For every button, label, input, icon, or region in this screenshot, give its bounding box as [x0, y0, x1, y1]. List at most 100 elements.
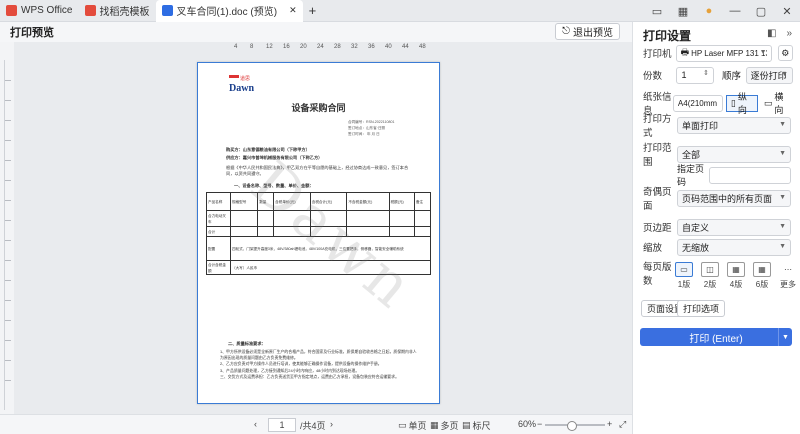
per-sheet-4[interactable]: ▦ 4版 — [726, 262, 746, 290]
ruler-toggle-button[interactable]: ▤ 标尺 — [462, 419, 491, 432]
horizontal-ruler: 4 8 12 16 20 24 28 32 36 40 44 48 — [198, 44, 440, 53]
layout-icon[interactable]: ▭ — [644, 5, 670, 18]
landscape-label: 横向 — [774, 92, 784, 115]
paper-select[interactable]: A4(210mm ... — [672, 94, 723, 112]
grid-icon[interactable]: ▦ — [670, 5, 696, 18]
document-title: 设备采购合同 — [291, 103, 346, 113]
ruler-tick: 20 — [300, 44, 307, 50]
margin-value: 自定义 — [682, 222, 710, 233]
parity-select[interactable]: 页码范围中的所有页面 ▼ — [677, 189, 791, 207]
contract-meta: 合同编号：RSN-2022110801 签订地点：山东省·日照 签订时间： 年 … — [348, 119, 394, 137]
printer-label: 打印机 — [643, 49, 672, 60]
chevron-down-icon: ▼ — [779, 222, 786, 230]
tab-document[interactable]: 叉车合同(1).doc (预览) ✕ — [155, 0, 303, 22]
table-header-cell: 产品名称 — [206, 192, 231, 211]
landscape-icon: ▭ — [763, 97, 773, 108]
ruler-tick: 48 — [419, 44, 426, 50]
page-total: /共4页 — [300, 421, 326, 431]
per-sheet-6[interactable]: ▦ 6版 — [752, 262, 772, 290]
copies-stepper[interactable]: 1 ⇕ — [676, 66, 714, 84]
dawn-logo: 道思 Dawn — [229, 75, 254, 94]
ruler-tick: 36 — [368, 44, 375, 50]
print-mode-select[interactable]: 单面打印 ▼ — [677, 116, 791, 134]
chevron-down-icon[interactable]: ▼ — [778, 328, 792, 346]
parity-value: 页码范围中的所有页面 — [682, 193, 773, 204]
multi-page-button[interactable]: ▦ 多页 — [430, 419, 459, 432]
printer-settings-icon[interactable]: ⚙ — [777, 45, 793, 61]
minimize-icon[interactable]: — — [722, 5, 748, 17]
chevron-down-icon: ▼ — [779, 120, 786, 128]
print-button-label: 打印 (Enter) — [689, 333, 743, 345]
multi-page-label: 多页 — [440, 421, 459, 431]
maximize-icon[interactable]: ▢ — [748, 5, 774, 18]
portrait-button[interactable]: ▯ 纵向 — [725, 92, 758, 115]
per-sheet-more[interactable]: ⋯ 更多 — [778, 262, 798, 290]
parity-label: 奇偶页面 — [643, 187, 672, 212]
per-sheet-label: 1版 — [677, 280, 691, 289]
print-settings-panel: 打印设置 ◧ » 打印机 🖶 HP Laser MFP 131 133 ... … — [632, 22, 800, 434]
portrait-label: 纵向 — [737, 92, 747, 115]
ruler-tick: 4 — [234, 44, 238, 50]
zoom-out-icon[interactable]: − — [537, 419, 542, 429]
tab-label: 找稻壳模板 — [99, 7, 150, 18]
paper-row: 纸张信息 A4(210mm ... ▯纵向 ▭横向 — [643, 92, 793, 117]
zoom-in-icon[interactable]: + — [607, 419, 612, 429]
prev-page-icon[interactable]: ‹ — [254, 419, 257, 429]
tab-label: 叉车合同(1).doc (预览) — [176, 7, 278, 18]
single-page-button[interactable]: ▭ 单页 — [398, 419, 427, 432]
scale-select[interactable]: 无缩放 ▼ — [677, 238, 791, 256]
order-select[interactable]: 逐份打印 ▼ — [745, 66, 793, 84]
page-numbers-input[interactable] — [709, 166, 791, 184]
print-options-button[interactable]: 打印选项 — [677, 300, 726, 317]
user-avatar-icon[interactable]: ● — [696, 5, 722, 17]
table-header-cell: 税额(元) — [388, 192, 415, 211]
body-paragraph: 1、甲方所供设备必须是全新原厂生产的合格产品，符合国家及行业标准，质保期自验收合… — [220, 349, 417, 361]
per-sheet-label: 6版 — [755, 280, 769, 289]
close-tab-icon[interactable]: ✕ — [289, 5, 297, 16]
zoom-slider[interactable] — [545, 421, 605, 431]
per-sheet-label: 每页版数 — [643, 262, 672, 287]
next-page-icon[interactable]: › — [330, 419, 333, 429]
wps-logo-icon — [6, 5, 17, 16]
fit-window-icon[interactable]: ⤢ — [619, 419, 626, 430]
tab-template[interactable]: 找稻壳模板 — [79, 0, 156, 22]
help-icon[interactable]: ◧ — [767, 28, 776, 39]
exit-preview-button[interactable]: ⎋ 退出预览 — [555, 23, 620, 40]
two-page-icon: ◫ — [701, 262, 719, 277]
chevron-down-icon: ▼ — [781, 70, 788, 78]
print-range-select[interactable]: 全部 ▼ — [677, 145, 791, 163]
page-numbers-row: 指定页码 — [643, 164, 793, 187]
zoom-level: 60% — [518, 419, 537, 429]
per-sheet-2[interactable]: ◫ 2版 — [700, 262, 720, 290]
per-sheet-1[interactable]: ▭ 1版 — [674, 262, 694, 290]
tab-label: WPS Office — [21, 5, 73, 16]
tab-wps-office[interactable]: WPS Office — [0, 0, 79, 22]
print-range-row: 打印范围 全部 ▼ — [643, 143, 793, 168]
page-numbers-label: 指定页码 — [677, 164, 705, 187]
new-tab-button[interactable]: + — [303, 0, 323, 22]
stepper-icon: ⇕ — [703, 69, 709, 77]
page-number-input[interactable]: 1 — [268, 418, 296, 432]
printer-select[interactable]: 🖶 HP Laser MFP 131 133 ... ▼ — [675, 44, 772, 62]
landscape-button[interactable]: ▭ 横向 — [760, 92, 793, 115]
scale-label: 缩放 — [643, 243, 663, 254]
table-cell: 合计含税金额 — [206, 260, 231, 275]
page-title: 打印预览 — [10, 27, 54, 39]
close-window-icon[interactable]: ✕ — [774, 5, 800, 18]
ruler-tick: 28 — [334, 44, 341, 50]
one-page-icon: ▭ — [675, 262, 693, 277]
panel-title: 打印设置 — [643, 29, 692, 43]
printer-icon: 🖶 — [680, 47, 690, 57]
ruler-tick: 8 — [250, 44, 254, 50]
ruler-tick: 24 — [317, 44, 324, 50]
print-range-label: 打印范围 — [643, 143, 672, 168]
print-mode-label: 打印方式 — [643, 114, 672, 139]
six-page-icon: ▦ — [753, 262, 771, 277]
margin-select[interactable]: 自定义 ▼ — [677, 218, 791, 236]
table-cell: 配置 — [206, 236, 231, 261]
parity-row: 奇偶页面 页码范围中的所有页面 ▼ — [643, 187, 793, 212]
print-button[interactable]: 打印 (Enter) ▼ — [640, 328, 792, 346]
scale-row: 缩放 无缩放 ▼ — [643, 238, 793, 256]
chevron-down-icon: ▼ — [759, 48, 767, 56]
collapse-icon[interactable]: » — [786, 28, 792, 39]
